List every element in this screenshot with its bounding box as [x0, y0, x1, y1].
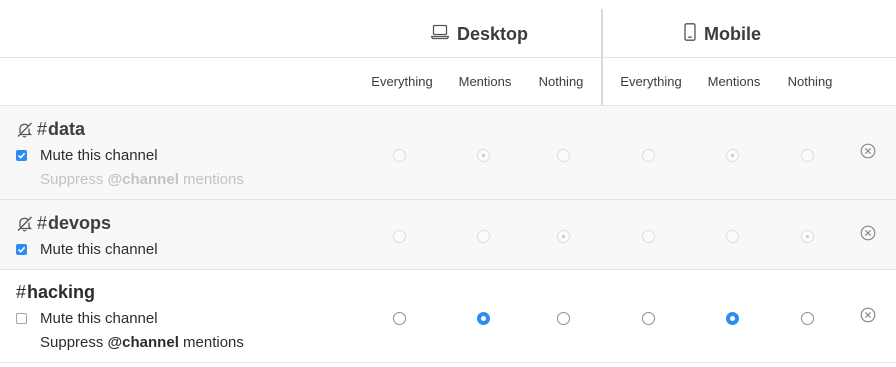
mute-label: Mute this channel [40, 241, 158, 258]
suppress-prefix: Suppress [40, 334, 108, 351]
bell-slash-icon [16, 215, 33, 232]
hash-symbol: # [37, 213, 48, 233]
channel-name: # hacking [16, 282, 95, 303]
col-mobile-nothing: Nothing [787, 74, 833, 89]
radio-mobile-nothing[interactable] [801, 312, 814, 325]
desktop-label: Desktop [457, 23, 529, 44]
radio-mobile-everything[interactable] [642, 312, 655, 325]
radio-desktop-mentions[interactable] [477, 312, 490, 325]
radio-desktop-nothing[interactable] [557, 312, 570, 325]
mute-checkbox[interactable] [16, 150, 27, 161]
channel-name: # data [16, 119, 85, 140]
hash-symbol: # [16, 282, 27, 302]
desktop-group-title: Desktop [430, 22, 529, 46]
mute-channel-option[interactable]: Mute this channel [16, 310, 158, 327]
radio-mobile-mentions[interactable] [726, 149, 739, 162]
suppress-suffix: mentions [178, 334, 244, 351]
suppress-channel-option: Suppress @channel mentions [40, 171, 244, 188]
close-circle-icon[interactable] [860, 143, 876, 159]
col-mobile-everything: Everything [620, 74, 682, 89]
mute-label: Mute this channel [40, 147, 158, 164]
suppress-channel-keyword: @channel [107, 334, 179, 351]
channel-name-text: devops [48, 213, 112, 233]
row-divider [0, 362, 896, 363]
mute-label: Mute this channel [40, 310, 158, 327]
channel-name-text: hacking [27, 282, 96, 302]
radio-desktop-everything[interactable] [393, 230, 406, 243]
phone-icon [684, 22, 696, 46]
radio-desktop-mentions[interactable] [477, 149, 490, 162]
suppress-channel-keyword: @channel [107, 171, 179, 188]
mute-checkbox[interactable] [16, 313, 27, 324]
radio-desktop-nothing[interactable] [557, 230, 570, 243]
mute-channel-option[interactable]: Mute this channel [16, 241, 158, 258]
header-divider [0, 57, 896, 58]
channel-row-data: # data Mute this channel Suppress @channe… [0, 106, 896, 199]
radio-mobile-nothing[interactable] [801, 230, 814, 243]
suppress-suffix: mentions [178, 171, 244, 188]
col-desktop-nothing: Nothing [538, 74, 584, 89]
bell-slash-icon [16, 121, 33, 138]
radio-mobile-mentions[interactable] [726, 312, 739, 325]
channel-name: # devops [16, 213, 111, 234]
close-circle-icon[interactable] [860, 225, 876, 241]
radio-mobile-everything[interactable] [642, 149, 655, 162]
mobile-group-title: Mobile [684, 22, 761, 46]
radio-desktop-everything[interactable] [393, 312, 406, 325]
col-desktop-everything: Everything [371, 74, 433, 89]
radio-desktop-everything[interactable] [393, 149, 406, 162]
radio-mobile-nothing[interactable] [801, 149, 814, 162]
radio-mobile-mentions[interactable] [726, 230, 739, 243]
laptop-icon [430, 24, 450, 45]
channel-row-hacking: # hacking Mute this channel Suppress @cha… [0, 270, 896, 362]
suppress-channel-option[interactable]: Suppress @channel mentions [40, 334, 244, 351]
radio-desktop-nothing[interactable] [557, 149, 570, 162]
channel-name-text: data [48, 119, 86, 139]
mute-channel-option[interactable]: Mute this channel [16, 147, 158, 164]
radio-mobile-everything[interactable] [642, 230, 655, 243]
radio-desktop-mentions[interactable] [477, 230, 490, 243]
channel-row-devops: # devops Mute this channel [0, 200, 896, 269]
close-circle-icon[interactable] [860, 307, 876, 323]
suppress-prefix: Suppress [40, 171, 108, 188]
mute-checkbox[interactable] [16, 244, 27, 255]
hash-symbol: # [37, 119, 48, 139]
mobile-label: Mobile [704, 23, 761, 44]
